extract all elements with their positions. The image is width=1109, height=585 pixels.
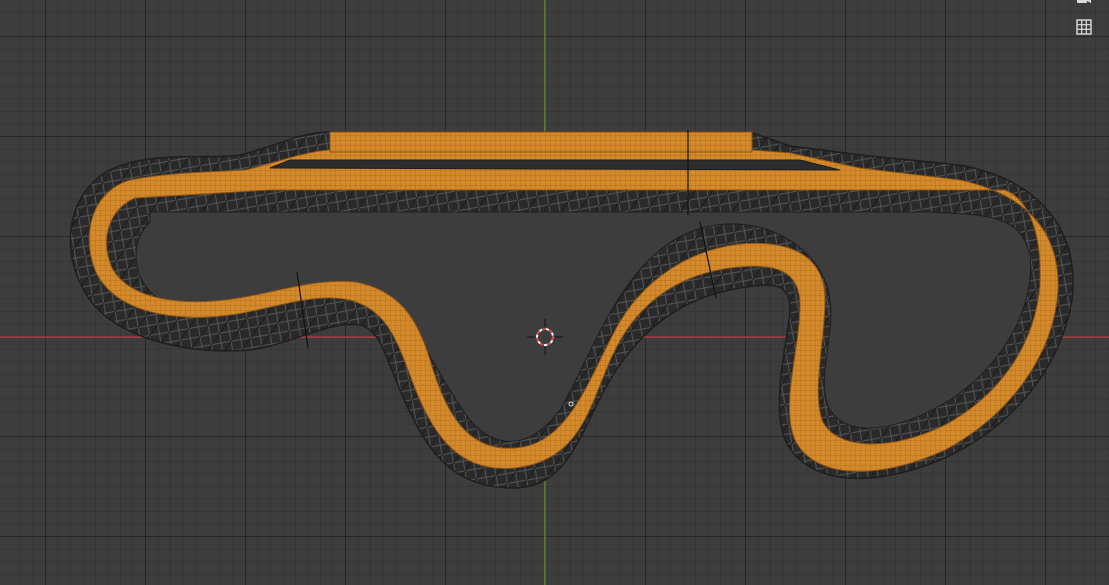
grid-toggle-button[interactable]: [1069, 14, 1099, 40]
camera-view-button[interactable]: [1069, 0, 1099, 12]
pit-lane-divider: [269, 159, 841, 171]
grid-icon: [1076, 19, 1092, 35]
scene-canvas[interactable]: [0, 0, 1109, 585]
pit-lane-surface[interactable]: [329, 131, 753, 153]
3d-viewport[interactable]: [0, 0, 1109, 585]
camera-icon: [1077, 0, 1091, 3]
